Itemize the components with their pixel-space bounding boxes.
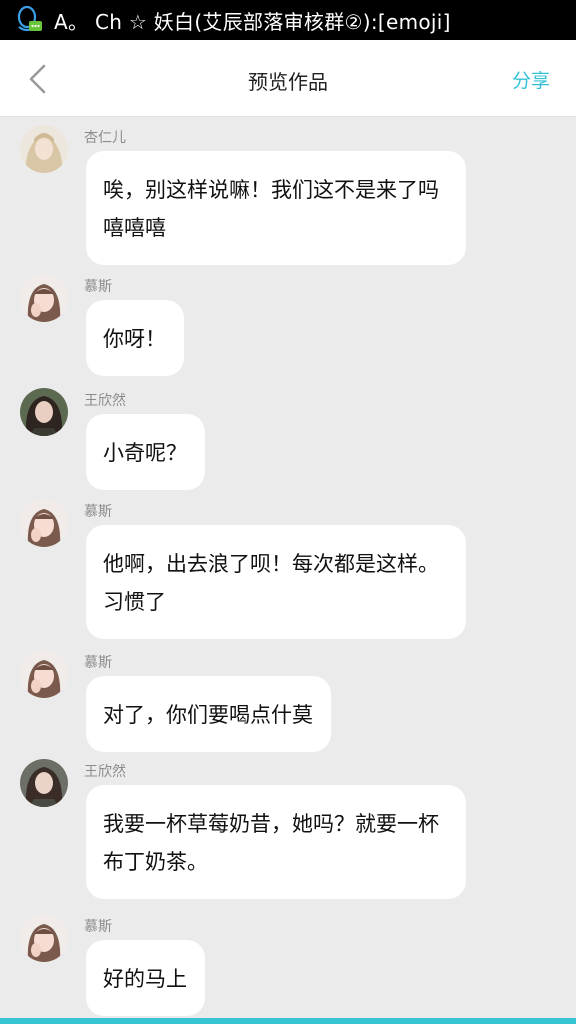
message-bubble[interactable]: 你呀！	[86, 300, 184, 376]
sender-name: 王欣然	[84, 393, 126, 409]
message-bubble[interactable]: 我要一杯草莓奶昔，她吗？就要一杯布丁奶茶。	[86, 785, 466, 899]
sender-name: 杏仁儿	[84, 130, 126, 146]
avatar[interactable]	[20, 650, 68, 698]
page-title: 预览作品	[248, 70, 328, 94]
sender-name: 慕斯	[84, 919, 112, 935]
hand-cheek-avatar-icon	[20, 650, 68, 698]
hand-cheek-avatar-icon	[20, 914, 68, 962]
avatar[interactable]	[20, 914, 68, 962]
dark-hair-avatar-icon	[20, 759, 68, 807]
avatar[interactable]	[20, 388, 68, 436]
avatar[interactable]	[20, 759, 68, 807]
message-bubble[interactable]: 对了，你们要喝点什莫	[86, 676, 331, 752]
hand-cheek-avatar-icon	[20, 274, 68, 322]
avatar[interactable]	[20, 499, 68, 547]
avatar[interactable]	[20, 274, 68, 322]
avatar[interactable]	[20, 125, 68, 173]
hand-cheek-avatar-icon	[20, 499, 68, 547]
light-hair-avatar-icon	[20, 125, 68, 173]
qq-notification-icon	[14, 5, 44, 35]
message-bubble[interactable]: 他啊，出去浪了呗！每次都是这样。习惯了	[86, 525, 466, 639]
bottom-accent-bar	[0, 1018, 576, 1024]
top-navigation-bar: 预览作品 分享	[0, 40, 576, 117]
sender-name: 慕斯	[84, 279, 112, 295]
status-bar: A。 Ch ☆ 妖白(艾辰部落审核群②):[emoji]	[0, 0, 576, 40]
sender-name: 慕斯	[84, 655, 112, 671]
dark-hair-avatar-icon	[20, 388, 68, 436]
message-bubble[interactable]: 好的马上	[86, 940, 205, 1016]
chat-message-list[interactable]: 杏仁儿 唉，别这样说嘛！我们这不是来了吗嘻嘻嘻 慕斯 你呀！ 王欣然 小奇呢？ …	[0, 117, 576, 1020]
share-button[interactable]: 分享	[512, 66, 550, 93]
message-bubble[interactable]: 小奇呢？	[86, 414, 205, 490]
message-bubble[interactable]: 唉，别这样说嘛！我们这不是来了吗嘻嘻嘻	[86, 151, 466, 265]
sender-name: 慕斯	[84, 504, 112, 520]
sender-name: 王欣然	[84, 764, 126, 780]
notification-text: A。 Ch ☆ 妖白(艾辰部落审核群②):[emoji]	[54, 9, 451, 34]
